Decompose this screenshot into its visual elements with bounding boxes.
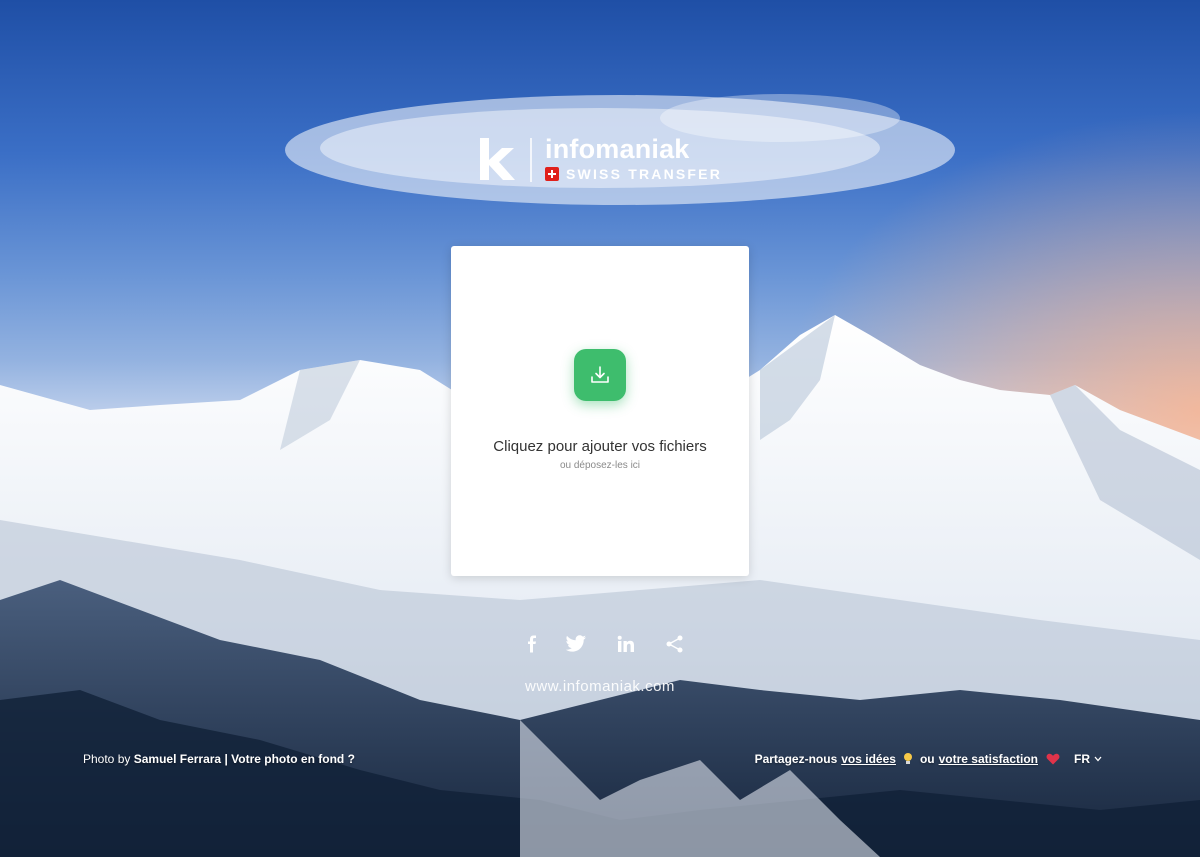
logo-divider <box>530 138 532 182</box>
infomaniak-swiss-transfer-logo[interactable]: infomaniak SWISS TRANSFER <box>478 134 724 186</box>
linkedin-icon[interactable] <box>614 632 638 656</box>
product-name-row: SWISS TRANSFER <box>545 166 722 182</box>
download-tray-icon <box>591 366 609 383</box>
brand-name: infomaniak <box>545 134 690 164</box>
heart-icon <box>1046 753 1060 765</box>
upload-title: Cliquez pour ajouter vos fichiers <box>493 438 707 455</box>
share-icon[interactable] <box>663 632 687 656</box>
chevron-down-icon <box>1094 756 1102 762</box>
language-code: FR <box>1074 752 1090 766</box>
background-photo-link[interactable]: Votre photo en fond ? <box>231 752 355 766</box>
photographer-link[interactable]: Samuel Ferrara <box>134 752 221 766</box>
ideas-link[interactable]: vos idées <box>841 752 896 766</box>
k-logo-icon <box>480 138 515 180</box>
credit-separator: | <box>224 752 228 766</box>
file-drop-zone[interactable]: Cliquez pour ajouter vos fichiers ou dép… <box>451 246 749 576</box>
twitter-icon[interactable] <box>564 632 588 656</box>
social-links <box>520 632 690 658</box>
swiss-transfer-page: infomaniak SWISS TRANSFER Cliquez pour a… <box>0 0 1200 857</box>
upload-subtitle: ou déposez-les ici <box>559 460 641 471</box>
add-files-button[interactable] <box>574 349 626 401</box>
infomaniak-site-link[interactable]: www.infomaniak.com <box>0 678 1200 695</box>
satisfaction-link[interactable]: votre satisfaction <box>939 752 1038 766</box>
credit-prefix: Photo by <box>83 752 131 766</box>
feedback-bar: Partagez-nous vos idées ou votre satisfa… <box>755 752 1102 766</box>
language-selector[interactable]: FR <box>1074 752 1102 766</box>
lightbulb-icon <box>903 753 913 765</box>
swiss-flag-icon <box>545 167 559 181</box>
feedback-or: ou <box>919 752 935 766</box>
facebook-icon[interactable] <box>520 632 544 656</box>
feedback-prefix: Partagez-nous <box>754 752 838 766</box>
product-name: SWISS TRANSFER <box>566 166 723 182</box>
photo-credit: Photo by Samuel Ferrara | Votre photo en… <box>83 752 355 766</box>
